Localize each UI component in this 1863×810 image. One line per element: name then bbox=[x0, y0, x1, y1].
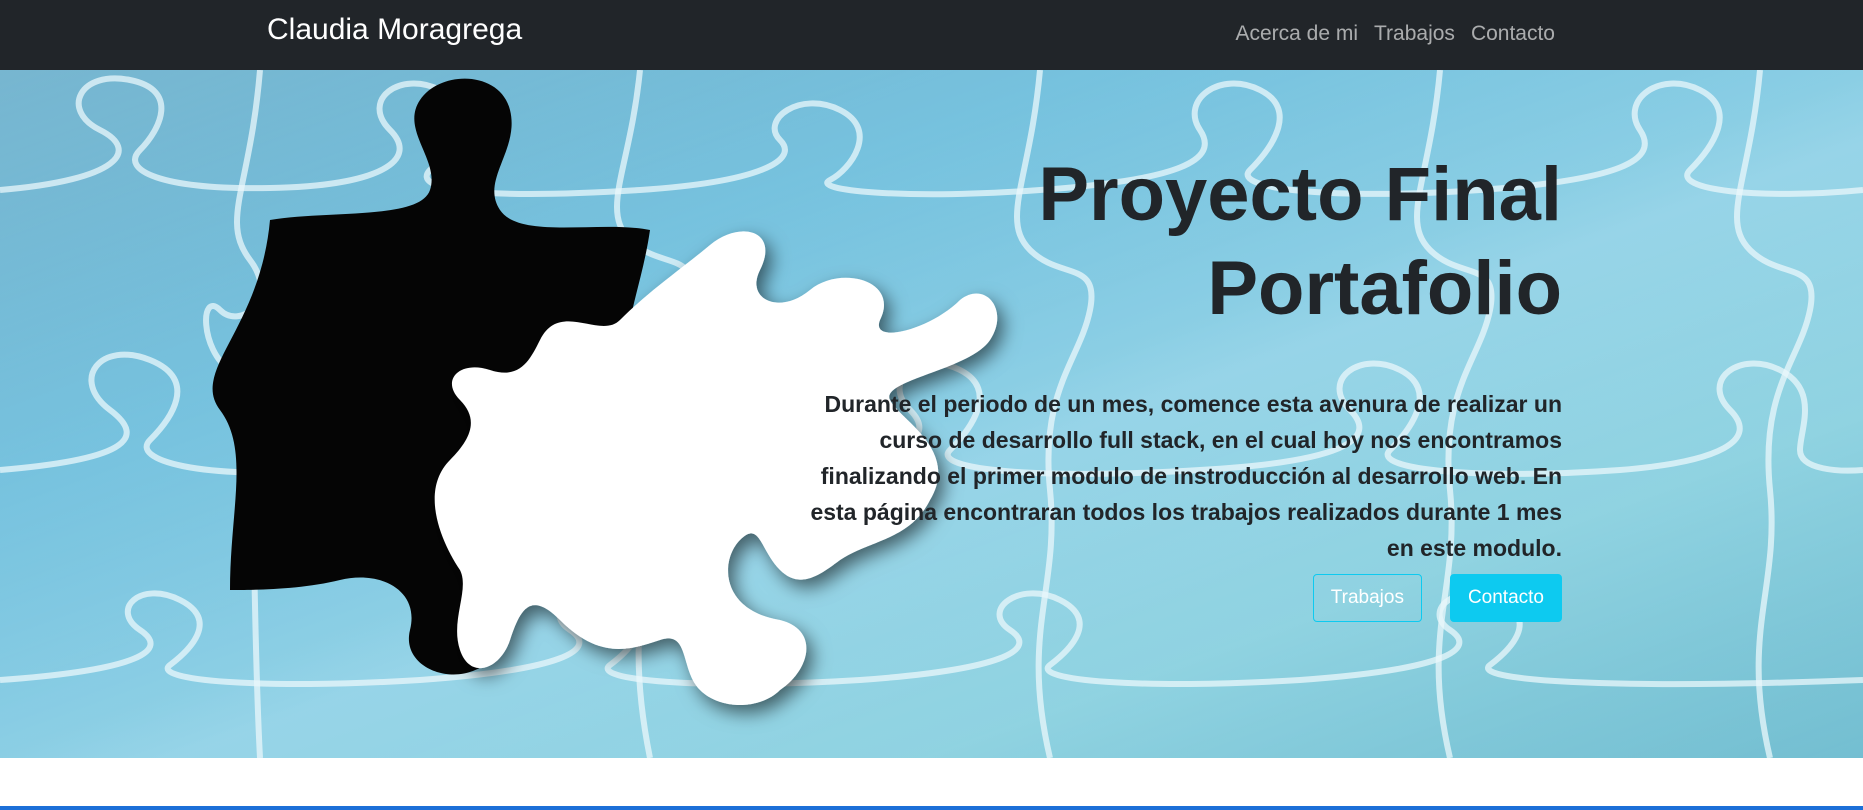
contacto-button[interactable]: Contacto bbox=[1449, 574, 1562, 622]
hero-section: Proyecto Final Portafolio Durante el per… bbox=[0, 70, 1863, 758]
nav-link-contacto[interactable]: Contacto bbox=[1471, 20, 1555, 48]
navbar: Claudia Moragrega Acerca de mi Trabajos … bbox=[0, 0, 1863, 70]
hero-content: Proyecto Final Portafolio Durante el per… bbox=[802, 148, 1562, 622]
nav-link-acerca[interactable]: Acerca de mi bbox=[1235, 20, 1358, 48]
nav-links: Acerca de mi Trabajos Contacto bbox=[1235, 20, 1555, 48]
hero-description: Durante el periodo de un mes, comence es… bbox=[810, 391, 1562, 561]
brand-link[interactable]: Claudia Moragrega bbox=[267, 12, 522, 48]
hero-title: Proyecto Final Portafolio bbox=[1038, 152, 1562, 331]
nav-link-trabajos[interactable]: Trabajos bbox=[1374, 20, 1455, 48]
trabajos-button[interactable]: Trabajos bbox=[1312, 574, 1422, 622]
hero-buttons: Trabajos Contacto bbox=[802, 574, 1562, 622]
section-divider bbox=[0, 806, 1863, 810]
